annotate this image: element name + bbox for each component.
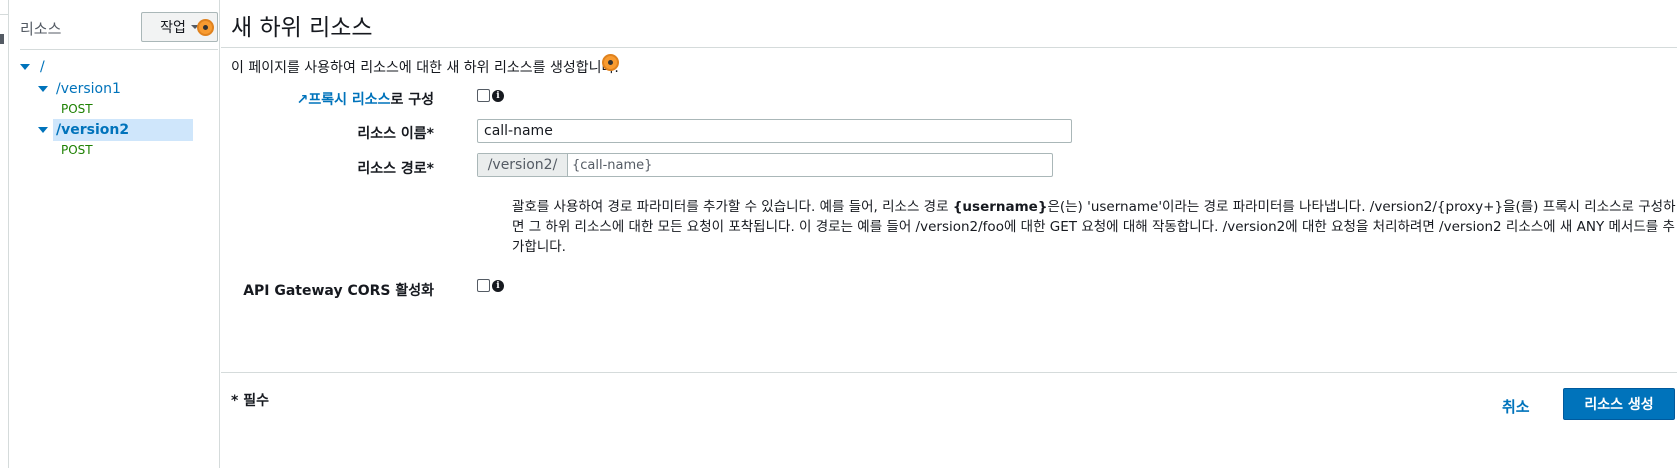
- cors-label: API Gateway CORS 활성화: [243, 283, 434, 299]
- actions-button-label: 작업: [160, 20, 186, 36]
- cors-checkbox[interactable]: [477, 279, 490, 292]
- resource-name-label: 리소스 이름*: [357, 126, 434, 142]
- tree-method-post[interactable]: POST: [61, 143, 93, 157]
- info-icon[interactable]: i: [492, 280, 504, 292]
- sidebar-divider: [20, 49, 218, 50]
- expand-caret-icon[interactable]: [38, 86, 48, 92]
- required-note: * 필수: [231, 393, 269, 409]
- expand-caret-icon[interactable]: [20, 64, 30, 70]
- resource-path-field: /version2/: [477, 153, 1053, 177]
- resource-path-help: 괄호를 사용하여 경로 파라미터를 추가할 수 있습니다. 예를 들어, 리소스…: [512, 197, 1677, 257]
- info-icon[interactable]: i: [492, 90, 504, 102]
- resource-path-prefix: /version2/: [478, 154, 568, 176]
- resource-name-input[interactable]: [477, 119, 1072, 143]
- rail-divider: [0, 14, 9, 15]
- rail-toggle-icon[interactable]: [0, 34, 4, 44]
- tree-item-label[interactable]: /: [40, 59, 45, 75]
- help-text-bold: {username}: [952, 199, 1048, 215]
- resource-path-input[interactable]: [568, 154, 1052, 176]
- resource-sidebar: 리소스 작업 / /version1 POST /version2 POST: [10, 0, 220, 468]
- sidebar-title: 리소스: [20, 20, 62, 38]
- tree-item-selected[interactable]: /version2: [53, 119, 193, 141]
- tree-item-version1[interactable]: /version1: [38, 81, 121, 97]
- page-description: 이 페이지를 사용하여 리소스에 대한 새 하위 리소스를 생성합니다.: [231, 57, 619, 77]
- proxy-resource-suffix: 로 구성: [390, 92, 434, 108]
- tree-method-post[interactable]: POST: [61, 102, 93, 116]
- title-divider: [221, 47, 1677, 48]
- main-panel: 새 하위 리소스 이 페이지를 사용하여 리소스에 대한 새 하위 리소스를 생…: [221, 0, 1677, 468]
- external-link-icon[interactable]: ↗: [297, 92, 309, 108]
- footer-divider: [221, 372, 1677, 373]
- proxy-resource-link[interactable]: 프록시 리소스: [308, 92, 390, 108]
- create-resource-button[interactable]: 리소스 생성: [1563, 388, 1675, 420]
- proxy-resource-label: ↗프록시 리소스로 구성: [294, 89, 434, 109]
- tree-item-label[interactable]: /version1: [56, 81, 121, 97]
- resource-path-label: 리소스 경로*: [357, 161, 434, 177]
- help-text-part: 괄호를 사용하여 경로 파라미터를 추가할 수 있습니다. 예를 들어, 리소스…: [512, 199, 953, 215]
- page-description-text: 이 페이지를 사용하여 리소스에 대한 새 하위 리소스를 생성합니다.: [231, 60, 619, 76]
- hotspot-indicator-icon[interactable]: [602, 54, 619, 71]
- cancel-button[interactable]: 취소: [1502, 396, 1530, 417]
- proxy-resource-checkbox[interactable]: [477, 89, 490, 102]
- page-title: 새 하위 리소스: [231, 15, 373, 41]
- expand-caret-icon[interactable]: [38, 127, 48, 133]
- tree-item-root[interactable]: /: [20, 59, 45, 75]
- tree-item-version2[interactable]: /version2: [38, 119, 193, 141]
- tree-item-label[interactable]: /version2: [56, 122, 129, 138]
- left-rail: [0, 0, 9, 468]
- hotspot-indicator-icon[interactable]: [197, 19, 214, 36]
